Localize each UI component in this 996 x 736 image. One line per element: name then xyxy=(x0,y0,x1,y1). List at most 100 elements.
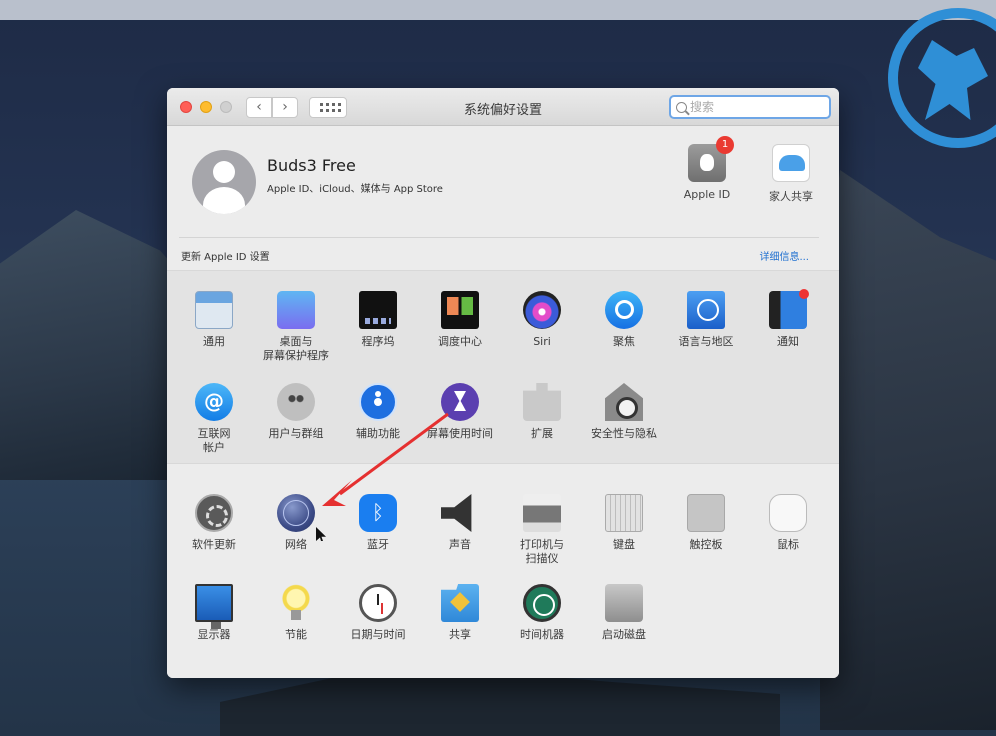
pane-label-text: 互联网 帐户 xyxy=(197,427,231,454)
family-sharing-pane[interactable]: 家人共享 xyxy=(761,144,821,204)
pane-label: 辅助功能 xyxy=(356,427,400,440)
accessibility-icon xyxy=(359,383,397,421)
mission-control-icon xyxy=(441,291,479,329)
siri-icon xyxy=(523,291,561,329)
date-time-icon xyxy=(359,584,397,622)
apple-logo-icon: 1 xyxy=(688,136,734,182)
software-update-icon xyxy=(195,494,233,532)
network-icon xyxy=(277,494,315,532)
pane-label: 程序坞 xyxy=(361,335,395,348)
bluetooth-icon xyxy=(359,494,397,532)
internet-accounts-icon xyxy=(195,383,233,421)
update-apple-id-row: 更新 Apple ID 设置 详细信息... xyxy=(167,238,839,270)
account-name: Buds3 Free xyxy=(267,156,356,175)
pane-internet-accounts[interactable]: 互联网 帐户 xyxy=(175,383,253,455)
wallpaper-mountain-right xyxy=(820,170,996,730)
security-icon xyxy=(605,383,643,421)
pane-label: 声音 xyxy=(449,538,471,551)
pane-label: 互联网 帐户 xyxy=(175,427,253,455)
pane-spotlight[interactable]: 聚焦 xyxy=(585,291,663,349)
general-icon xyxy=(195,291,233,329)
details-link[interactable]: 详细信息... xyxy=(759,248,809,263)
personal-panes-section: 通用 桌面与 屏幕保护程序 程序坞 调度中心 Siri 聚焦 语言与地区 通知 … xyxy=(167,270,839,463)
spotlight-icon xyxy=(605,291,643,329)
pane-date-time[interactable]: 日期与时间 xyxy=(339,584,417,642)
desktop-icon xyxy=(277,291,315,329)
family-sharing-icon xyxy=(772,144,810,182)
pane-desktop[interactable]: 桌面与 屏幕保护程序 xyxy=(257,291,335,363)
dock-icon xyxy=(359,291,397,329)
pane-mouse[interactable]: 鼠标 xyxy=(749,494,827,552)
pane-displays[interactable]: 显示器 xyxy=(175,584,253,642)
avatar[interactable] xyxy=(192,150,256,214)
pane-label: 鼠标 xyxy=(777,538,799,551)
desktop-top-strip xyxy=(0,0,996,20)
displays-icon xyxy=(195,584,233,629)
titlebar: ‹ › 系统偏好设置 xyxy=(167,88,839,126)
pane-screen-time[interactable]: 屏幕使用时间 xyxy=(421,383,499,441)
time-machine-icon xyxy=(523,584,561,622)
pane-label-text: 桌面与 屏幕保护程序 xyxy=(263,335,329,362)
search-field[interactable] xyxy=(669,95,831,119)
pane-users[interactable]: 用户与群组 xyxy=(257,383,335,441)
pane-label: 安全性与隐私 xyxy=(591,427,657,440)
pane-label: 调度中心 xyxy=(438,335,482,348)
search-input[interactable] xyxy=(690,100,820,114)
pane-label: 扩展 xyxy=(531,427,553,440)
apple-id-pane[interactable]: 1 Apple ID xyxy=(677,136,737,201)
pane-label: 聚焦 xyxy=(613,335,635,348)
pane-label: 软件更新 xyxy=(192,538,236,551)
pane-energy-saver[interactable]: 节能 xyxy=(257,584,335,642)
pane-label: 触控板 xyxy=(689,538,723,551)
pane-mission-control[interactable]: 调度中心 xyxy=(421,291,499,349)
pane-siri[interactable]: Siri xyxy=(503,291,581,349)
pane-label: 屏幕使用时间 xyxy=(427,427,493,440)
pane-bluetooth[interactable]: 蓝牙 xyxy=(339,494,417,552)
extensions-icon xyxy=(523,383,561,421)
printer-icon xyxy=(523,494,561,532)
pane-startup-disk[interactable]: 启动磁盘 xyxy=(585,584,663,642)
pane-label-text: 打印机与 扫描仪 xyxy=(520,538,564,565)
system-preferences-window: ‹ › 系统偏好设置 Buds3 Free Apple ID、iCloud、媒体… xyxy=(167,88,839,678)
pane-dock[interactable]: 程序坞 xyxy=(339,291,417,349)
pane-label: 用户与群组 xyxy=(268,427,324,440)
pane-software-update[interactable]: 软件更新 xyxy=(175,494,253,552)
language-icon xyxy=(687,291,725,329)
hardware-panes-section: 软件更新 网络 蓝牙 声音 打印机与 扫描仪 键盘 触控板 鼠标 显示器 节能 … xyxy=(167,463,839,678)
account-subtitle: Apple ID、iCloud、媒体与 App Store xyxy=(267,184,443,195)
family-sharing-label: 家人共享 xyxy=(769,190,813,203)
mouse-icon xyxy=(769,494,807,532)
pane-notifications[interactable]: 通知 xyxy=(749,289,827,349)
sound-icon xyxy=(441,494,472,532)
keyboard-icon xyxy=(605,494,643,532)
pane-label: 键盘 xyxy=(613,538,635,551)
pane-label: 时间机器 xyxy=(520,628,564,641)
pane-label: Siri xyxy=(533,335,551,348)
pane-security[interactable]: 安全性与隐私 xyxy=(585,383,663,441)
pane-printers[interactable]: 打印机与 扫描仪 xyxy=(503,494,581,566)
pane-time-machine[interactable]: 时间机器 xyxy=(503,584,581,642)
pane-sharing[interactable]: 共享 xyxy=(421,584,499,642)
pane-trackpad[interactable]: 触控板 xyxy=(667,494,745,552)
pane-sound[interactable]: 声音 xyxy=(421,494,499,552)
pane-extensions[interactable]: 扩展 xyxy=(503,383,581,441)
apple-id-label: Apple ID xyxy=(683,188,731,201)
pane-language[interactable]: 语言与地区 xyxy=(667,291,745,349)
pane-network[interactable]: 网络 xyxy=(257,494,335,552)
pane-keyboard[interactable]: 键盘 xyxy=(585,494,663,552)
notifications-icon xyxy=(769,289,809,329)
pane-general[interactable]: 通用 xyxy=(175,291,253,349)
pane-label: 网络 xyxy=(285,538,307,551)
pane-accessibility[interactable]: 辅助功能 xyxy=(339,383,417,441)
pane-label: 日期与时间 xyxy=(350,628,406,641)
users-icon xyxy=(277,383,315,421)
account-section: Buds3 Free Apple ID、iCloud、媒体与 App Store… xyxy=(167,126,839,238)
sharing-icon xyxy=(441,584,479,622)
pane-label: 显示器 xyxy=(197,628,231,641)
pane-label: 桌面与 屏幕保护程序 xyxy=(257,335,335,363)
pane-label: 通用 xyxy=(203,335,225,348)
startup-disk-icon xyxy=(605,584,643,622)
pane-label: 蓝牙 xyxy=(367,538,389,551)
energy-saver-icon xyxy=(277,584,315,622)
trackpad-icon xyxy=(687,494,725,532)
